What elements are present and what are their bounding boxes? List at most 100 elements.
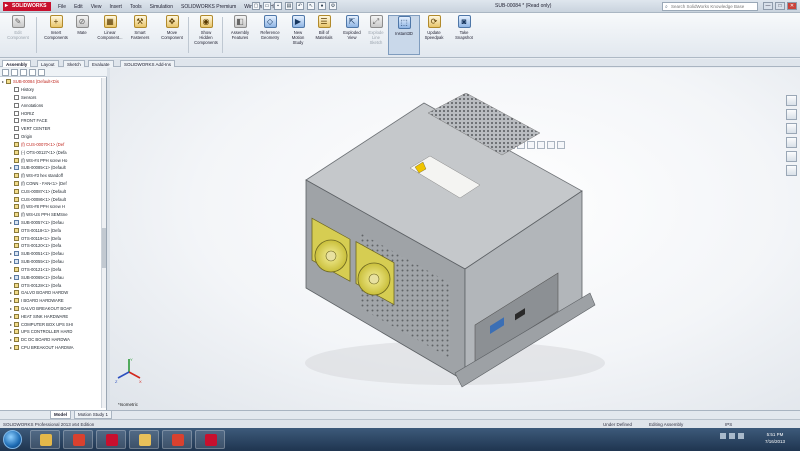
tree-item[interactable]: ▸ CPU BREAKOUT HARDWA: [2, 344, 100, 352]
menu-simulation[interactable]: Simulation: [150, 3, 173, 11]
assembly-features-button[interactable]: ◧ Assembly Features: [224, 15, 256, 40]
minimize-button[interactable]: —: [763, 2, 773, 10]
feature-icon: [14, 110, 19, 116]
tree-item[interactable]: ▸ SUB-00065<1> (Defau: [2, 273, 100, 281]
custom-properties-icon[interactable]: [786, 165, 797, 176]
taskbar-app-button[interactable]: [129, 430, 159, 449]
tree-item[interactable]: HORIZ: [2, 109, 100, 117]
tree-item[interactable]: (f) WS-#4 PPH screw Ho: [2, 156, 100, 164]
scrollbar-thumb[interactable]: [102, 228, 106, 268]
resources-icon[interactable]: [786, 95, 797, 106]
tree-item[interactable]: (f) CONN - FAN<1> (Def: [2, 180, 100, 188]
tree-item[interactable]: ▸ SUB-00055<1> (Defau: [2, 258, 100, 266]
print-icon[interactable]: ▤: [285, 2, 293, 10]
tab-evaluate[interactable]: Evaluate: [88, 60, 114, 67]
tree-item[interactable]: ▸ COMPUTER BOX UPS SHI: [2, 320, 100, 328]
tree-item[interactable]: OTS-00118<1> (Defa: [2, 226, 100, 234]
tree-item[interactable]: (f) WS-#3 hex standoff: [2, 172, 100, 180]
close-button[interactable]: ✕: [787, 2, 797, 10]
tree-item[interactable]: (f) WS-US PPH SEMSne: [2, 211, 100, 219]
volume-icon[interactable]: [729, 433, 735, 439]
taskbar-app-button[interactable]: [195, 430, 225, 449]
tree-item[interactable]: (f) WS-#8 PPH screw H: [2, 203, 100, 211]
tree-item[interactable]: Annotations: [2, 101, 100, 109]
graphics-viewport[interactable]: X Y Z *Isometric: [110, 68, 800, 410]
tree-scrollbar[interactable]: [101, 78, 106, 408]
update-speedpak-button[interactable]: ⟳ Update Speedpak: [418, 15, 450, 40]
file-explorer-icon[interactable]: [786, 123, 797, 134]
tab-assembly[interactable]: Assembly: [2, 60, 32, 67]
tree-item[interactable]: OTS-00119<1> (Defa: [2, 234, 100, 242]
taskbar-app-button[interactable]: [162, 430, 192, 449]
tree-item[interactable]: VERT CENTER: [2, 125, 100, 133]
instant3d-button[interactable]: ⬚ Instant3D: [388, 15, 420, 55]
smart-fasteners-button[interactable]: ⚒ Smart Fasteners: [124, 15, 156, 40]
taskbar-app-button[interactable]: [63, 430, 93, 449]
search-input[interactable]: ⌕ Search SolidWorks Knowledge Base: [662, 2, 758, 11]
tab-motion-study[interactable]: Motion Study 1: [74, 411, 113, 419]
menu-edit[interactable]: Edit: [74, 3, 83, 11]
options-icon[interactable]: ⚙: [329, 2, 337, 10]
tab-sketch[interactable]: Sketch: [63, 60, 85, 67]
new-document-icon[interactable]: ▢: [252, 2, 260, 10]
tree-item[interactable]: CUS-00086<1> (Default: [2, 195, 100, 203]
tree-item[interactable]: Origin: [2, 133, 100, 141]
tree-item[interactable]: ▸ GALVO BREAKOUT BOAF: [2, 305, 100, 313]
property-manager-icon[interactable]: [11, 69, 18, 76]
select-icon[interactable]: ↖: [307, 2, 315, 10]
tree-item[interactable]: ▸ SUB-00057<1> (Defau: [2, 219, 100, 227]
move-component-button[interactable]: ✥ Move Component: [156, 15, 188, 40]
open-icon[interactable]: ▭: [263, 2, 271, 10]
tree-item[interactable]: OTS-00128<1> (Defa: [2, 281, 100, 289]
menu-tools[interactable]: Tools: [130, 3, 142, 11]
rebuild-icon[interactable]: ●: [318, 2, 326, 10]
tree-item[interactable]: CUS-00087<1> (Default: [2, 187, 100, 195]
tab-addins[interactable]: SOLIDWORKS Add-Ins: [120, 60, 176, 67]
configuration-manager-icon[interactable]: [20, 69, 27, 76]
edit-component-button[interactable]: ✎ Edit Component: [2, 15, 34, 40]
save-icon[interactable]: ▪: [274, 2, 282, 10]
tree-item[interactable]: Sensors: [2, 94, 100, 102]
show-hidden-components-button[interactable]: ◉ Show Hidden Components: [190, 15, 222, 45]
taskbar-app-button[interactable]: [30, 430, 60, 449]
tree-item[interactable]: ▸ HEAT SINK HARDWARE: [2, 312, 100, 320]
dimxpert-icon[interactable]: [29, 69, 36, 76]
tree-item[interactable]: ▸ DC DC BOARD HARDWA: [2, 336, 100, 344]
feature-manager-icon[interactable]: [2, 69, 9, 76]
status-units[interactable]: IPS: [725, 422, 732, 427]
menu-file[interactable]: File: [58, 3, 66, 11]
take-snapshot-button[interactable]: ◙ Take Snapshot: [448, 15, 480, 40]
tree-item[interactable]: OTS-00121<1> (Defa: [2, 266, 100, 274]
tree-item[interactable]: ▸ I BOARD HARDWARE: [2, 297, 100, 305]
menu-insert[interactable]: Insert: [109, 3, 122, 11]
undo-icon[interactable]: ↶: [296, 2, 304, 10]
tree-item[interactable]: OTS-00120<1> (Defa: [2, 242, 100, 250]
tree-item[interactable]: FRONT FACE: [2, 117, 100, 125]
tab-model[interactable]: Model: [50, 411, 71, 419]
tree-item[interactable]: ▸ SUB-00085<1> (Default: [2, 164, 100, 172]
tree-item[interactable]: History: [2, 86, 100, 94]
tab-layout[interactable]: Layout: [37, 60, 59, 67]
appearances-icon[interactable]: [786, 151, 797, 162]
tree-item[interactable]: ▸ GALVO BOARD HARDW: [2, 289, 100, 297]
tree-item[interactable]: (-) OTS-00127<1> (Defa: [2, 148, 100, 156]
clock[interactable]: 5:51 PM 7/16/2013: [758, 431, 792, 445]
taskbar-app-button[interactable]: [96, 430, 126, 449]
display-manager-icon[interactable]: [38, 69, 45, 76]
network-icon[interactable]: [720, 433, 726, 439]
tree-item[interactable]: (f) CUS-00070<1> (Def: [2, 141, 100, 149]
view-palette-icon[interactable]: [786, 137, 797, 148]
menu-solidworks-premium[interactable]: SOLIDWORKS Premium: [181, 3, 236, 11]
flag-icon[interactable]: [738, 433, 744, 439]
maximize-button[interactable]: □: [775, 2, 785, 10]
design-library-icon[interactable]: [786, 109, 797, 120]
tree-item[interactable]: ▸ SUB-00084 (Default<Dis: [2, 78, 100, 86]
menu-view[interactable]: View: [91, 3, 102, 11]
tree-item[interactable]: ▸ UPS CONTROLLER HARD: [2, 328, 100, 336]
assembly-model[interactable]: [290, 93, 610, 393]
solidworks-logo[interactable]: ▸ SOLIDWORKS: [3, 2, 51, 11]
linear-component-pattern-button[interactable]: ▦ Linear Component...: [94, 15, 126, 40]
start-button[interactable]: [3, 430, 22, 449]
tree-item[interactable]: ▸ SUB-00051<1> (Defau: [2, 250, 100, 258]
tree-item-label: (f) WS-#8 PPH screw H: [21, 204, 65, 210]
